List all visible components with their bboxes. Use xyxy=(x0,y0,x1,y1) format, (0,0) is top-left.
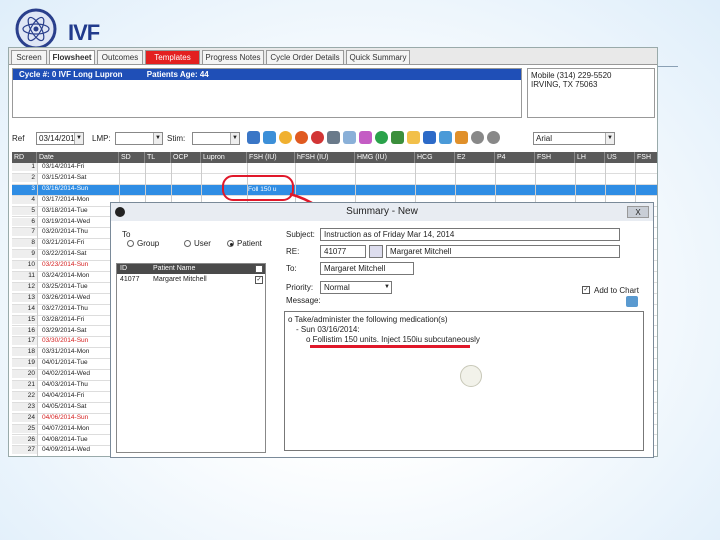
patient-id: 41077 xyxy=(120,276,140,283)
priority-value: Normal xyxy=(324,283,350,292)
patient-row[interactable]: 41077 Margaret Mitchell ✓ xyxy=(117,275,265,285)
calculator-icon[interactable] xyxy=(369,245,383,258)
spell-check-icon[interactable] xyxy=(626,296,638,307)
message-line-1: o Take/administer the following medicati… xyxy=(288,315,448,324)
radio-patient-label: Patient xyxy=(237,239,262,248)
re-id-input[interactable]: 41077 xyxy=(320,245,366,258)
priority-label: Priority: xyxy=(286,283,314,292)
to-group-label: To xyxy=(122,230,131,239)
add-to-chart-label: Add to Chart xyxy=(594,286,639,295)
subject-input[interactable]: Instruction as of Friday Mar 14, 2014 xyxy=(320,228,620,241)
subject-label: Subject: xyxy=(286,230,315,239)
patient-table: ID Patient Name ✓ 41077 Margaret Mitchel… xyxy=(116,263,266,453)
message-line-2: - Sun 03/16/2014: xyxy=(296,325,360,334)
patient-name: Margaret Mitchell xyxy=(153,276,207,283)
dialog-title: Summary - New xyxy=(346,206,418,217)
re-name-input[interactable]: Margaret Mitchell xyxy=(386,245,620,258)
radio-patient[interactable] xyxy=(227,240,234,247)
stamp-icon[interactable] xyxy=(460,365,482,387)
col-id: ID xyxy=(120,265,127,272)
close-button[interactable]: X xyxy=(627,206,649,218)
dialog-titlebar: Summary - New X xyxy=(111,203,653,221)
select-all-checkbox[interactable]: ✓ xyxy=(255,265,263,273)
highlight-underline xyxy=(310,345,470,348)
add-to-chart-checkbox[interactable]: ✓ xyxy=(582,286,590,294)
radio-user-label: User xyxy=(194,239,211,248)
to-label: To: xyxy=(286,264,297,273)
app-icon xyxy=(115,207,125,217)
priority-select[interactable]: Normal ▼ xyxy=(320,281,392,294)
chevron-down-icon[interactable]: ▼ xyxy=(384,282,390,293)
radio-group-label: Group xyxy=(137,239,160,248)
radio-user[interactable] xyxy=(184,240,191,247)
re-label: RE: xyxy=(286,247,300,256)
col-patient-name: Patient Name xyxy=(153,265,196,272)
radio-group[interactable] xyxy=(127,240,134,247)
patient-table-header: ID Patient Name ✓ xyxy=(117,264,265,274)
to-input[interactable]: Margaret Mitchell xyxy=(320,262,414,275)
message-label: Message: xyxy=(286,296,321,305)
message-line-3: o Follistim 150 units. Inject 150iu subc… xyxy=(306,335,480,344)
patient-checkbox[interactable]: ✓ xyxy=(255,276,263,284)
